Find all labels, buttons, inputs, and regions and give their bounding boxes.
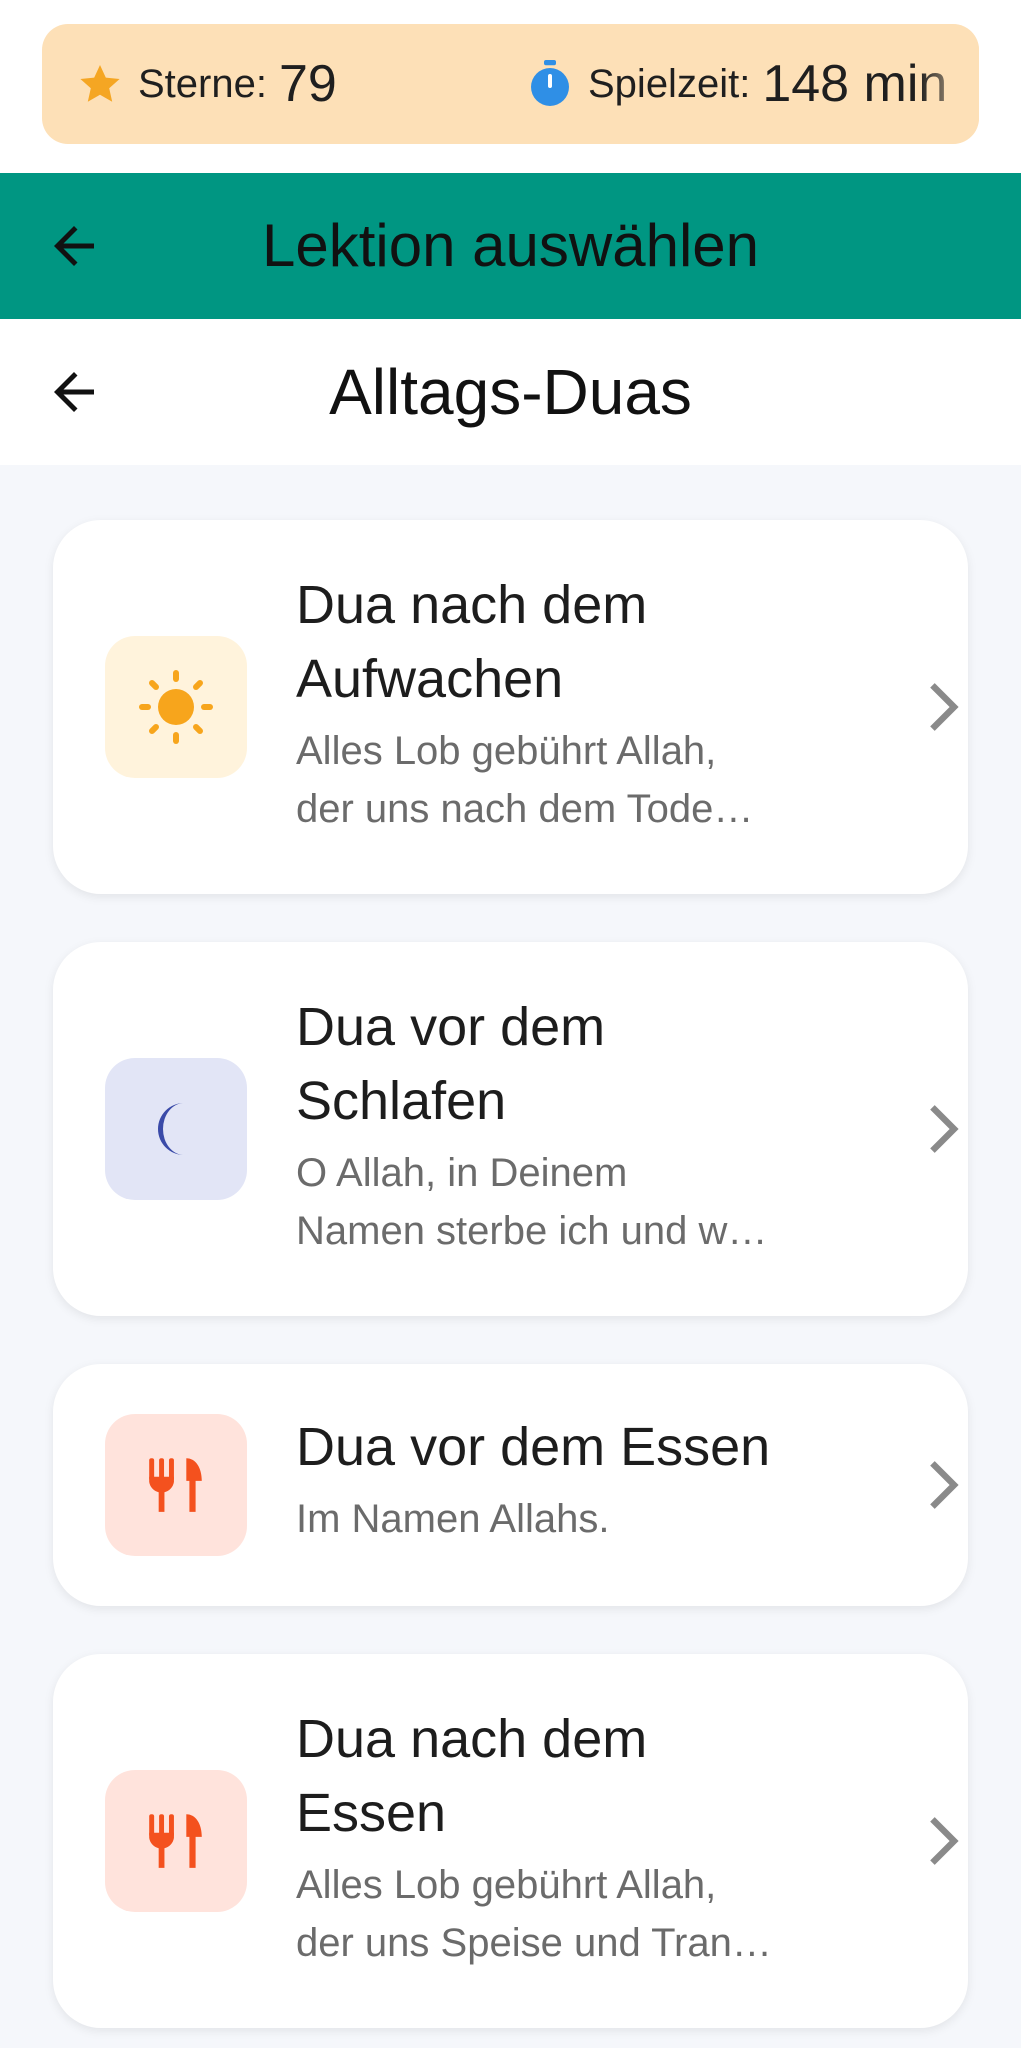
- lesson-card-sleeping[interactable]: Dua vor dem Schlafen O Allah, in Deinem …: [53, 942, 968, 1316]
- lesson-icon-box: [105, 1058, 247, 1200]
- lesson-icon-box: [105, 636, 247, 778]
- lesson-icon-box: [105, 1414, 247, 1556]
- lesson-subtitle: Alles Lob gebührt Allah, der uns nach de…: [296, 729, 754, 831]
- chevron-right-icon: [930, 683, 959, 731]
- lesson-text: Dua nach dem Essen Alles Lob gebührt All…: [296, 1702, 886, 1972]
- lesson-title: Dua nach dem Aufwachen: [296, 575, 648, 709]
- stats-bar: Sterne: 79 Spielzeit: 148 min: [42, 24, 979, 144]
- top-app-bar: Lektion auswählen: [0, 173, 1021, 319]
- lesson-subtitle: Im Namen Allahs.: [296, 1497, 610, 1541]
- category-header: Alltags-Duas: [0, 319, 1021, 465]
- lesson-card-waking[interactable]: Dua nach dem Aufwachen Alles Lob gebührt…: [53, 520, 968, 894]
- fork-knife-icon: [149, 1814, 202, 1868]
- lesson-title: Dua vor dem Schlafen: [296, 997, 606, 1131]
- chevron-right-icon: [930, 1817, 959, 1865]
- stars-value: 79: [278, 55, 337, 113]
- lesson-subtitle: O Allah, in Deinem Namen sterbe ich und …: [296, 1151, 768, 1253]
- lesson-text: Dua vor dem Essen Im Namen Allahs.: [296, 1410, 886, 1548]
- lesson-title: Dua vor dem Essen: [296, 1417, 771, 1477]
- playtime-stat: Spielzeit: 148 min: [526, 24, 947, 144]
- stars-stat: Sterne: 79: [76, 24, 337, 144]
- category-title: Alltags-Duas: [329, 356, 692, 428]
- lesson-icon-box: [105, 1770, 247, 1912]
- chevron-right-icon: [930, 1461, 959, 1509]
- moon-icon: [158, 1103, 184, 1155]
- app-bar-title: Lektion auswählen: [261, 212, 760, 279]
- lesson-text: Dua vor dem Schlafen O Allah, in Deinem …: [296, 990, 886, 1260]
- back-arrow-icon[interactable]: [44, 216, 104, 276]
- lesson-text: Dua nach dem Aufwachen Alles Lob gebührt…: [296, 568, 886, 838]
- playtime-label: Spielzeit:: [588, 61, 751, 106]
- stars-label: Sterne:: [138, 61, 267, 106]
- lesson-subtitle: Alles Lob gebührt Allah, der uns Speise …: [296, 1863, 772, 1965]
- back-arrow-icon[interactable]: [44, 362, 104, 422]
- sun-icon: [139, 670, 213, 744]
- stopwatch-icon: [531, 60, 569, 106]
- lesson-card-before-eating[interactable]: Dua vor dem Essen Im Namen Allahs.: [53, 1364, 968, 1606]
- fork-knife-icon: [149, 1458, 202, 1512]
- lesson-card-after-eating[interactable]: Dua nach dem Essen Alles Lob gebührt All…: [53, 1654, 968, 2028]
- star-icon: [80, 65, 120, 102]
- lesson-title: Dua nach dem Essen: [296, 1709, 648, 1843]
- chevron-right-icon: [930, 1105, 959, 1153]
- overflow-fade: [919, 24, 979, 144]
